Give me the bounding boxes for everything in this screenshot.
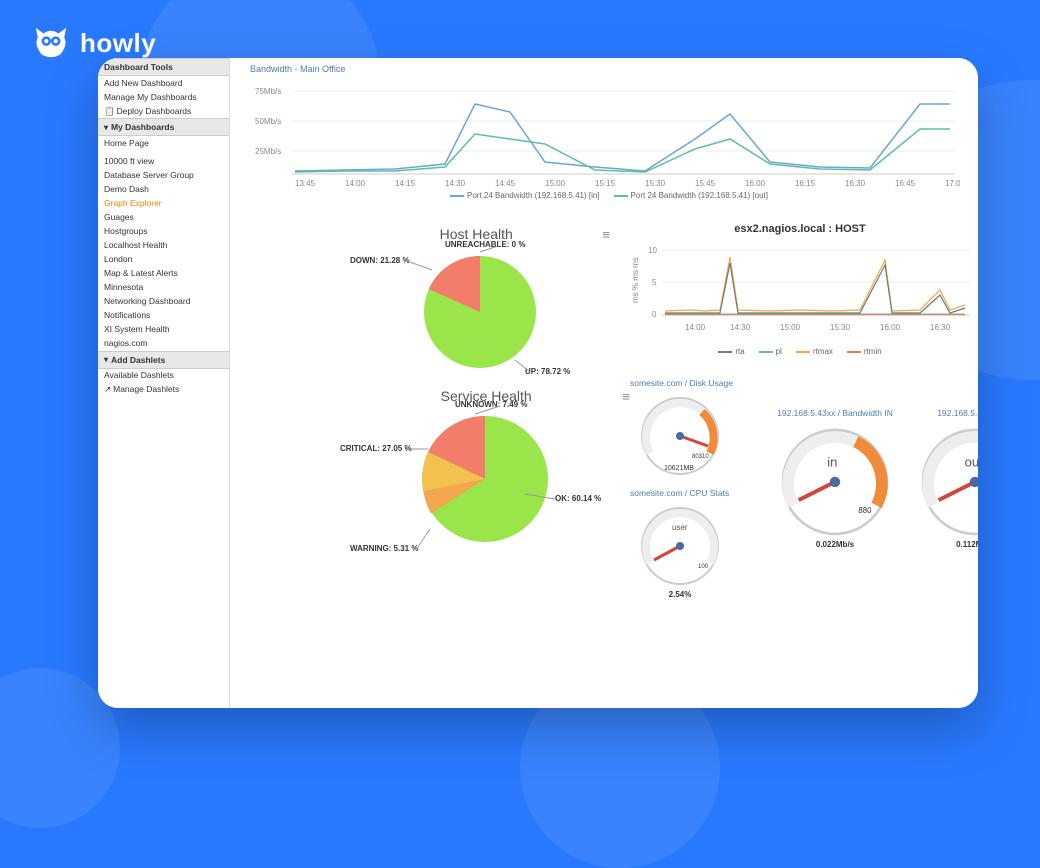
sidebar-item-manage-dashlets[interactable]: ↗Manage Dashlets — [98, 383, 229, 397]
esx2-legend: rta pl rtmax rtmin — [630, 347, 970, 356]
howly-brand: howly — [32, 26, 156, 60]
dashboard-window: Dashboard Tools Add New Dashboard Manage… — [98, 58, 978, 708]
bw-out-value: 0.112Mb/s — [910, 540, 978, 549]
sidebar-item-notifications[interactable]: Notifications — [98, 309, 229, 323]
cpu-value: 2.54% — [630, 590, 730, 599]
cpu-title: somesite.com / CPU Stats — [630, 488, 730, 498]
esx2-host-chart[interactable]: esx2.nagios.local : HOST ms % ms ms 10 5… — [630, 223, 970, 356]
svg-text:17:00: 17:00 — [945, 179, 960, 188]
svg-text:16:30: 16:30 — [845, 179, 866, 188]
sidebar: Dashboard Tools Add New Dashboard Manage… — [98, 58, 230, 708]
sidebar-mydashboards-header[interactable]: ▾My Dashboards — [98, 118, 229, 136]
svg-text:14:15: 14:15 — [395, 179, 416, 188]
svg-text:15:00: 15:00 — [545, 179, 566, 188]
gauge-in-svg: in 880 — [770, 418, 900, 538]
service-health-dashlet[interactable]: Service Health ≡ UNKNOWN: 7.49 % CRITICA… — [350, 388, 630, 564]
bandwidth-legend: Port 24 Bandwidth (192.168.5.41) [in] Po… — [250, 191, 968, 200]
gauge-out-svg: out 880 — [910, 418, 978, 538]
svg-text:15:15: 15:15 — [595, 179, 616, 188]
sidebar-item-database-server-group[interactable]: Database Server Group — [98, 168, 229, 182]
sidebar-item-nagios-com[interactable]: nagios.com — [98, 337, 229, 351]
bandwidth-svg: 75Mb/s 50Mb/s 25Mb/s 13:45 14:00 14:15 14:… — [250, 74, 960, 189]
svg-text:ms % ms ms: ms % ms ms — [631, 257, 640, 303]
svg-text:16:15: 16:15 — [795, 179, 816, 188]
share-icon: ↗ — [104, 384, 111, 394]
svg-text:in: in — [827, 454, 837, 469]
bandwidth-title: Bandwidth - Main Office — [250, 64, 968, 74]
sidebar-item-available-dashlets[interactable]: Available Dashlets — [98, 369, 229, 383]
svg-text:15:30: 15:30 — [645, 179, 666, 188]
hamburger-icon[interactable]: ≡ — [602, 227, 610, 242]
sidebar-item-deploy-dashboards[interactable]: 📋Deploy Dashboards — [98, 104, 229, 118]
brand-text: howly — [80, 28, 156, 59]
svg-text:15:00: 15:00 — [780, 323, 801, 332]
sidebar-item-hostgroups[interactable]: Hostgroups — [98, 224, 229, 238]
svg-text:100: 100 — [698, 564, 709, 570]
svg-text:user: user — [672, 523, 688, 532]
sidebar-item-manage-dashboards[interactable]: Manage My Dashboards — [98, 90, 229, 104]
sidebar-item-demo-dash[interactable]: Demo Dash — [98, 182, 229, 196]
gauge-disk-svg: 80310 10621MB — [630, 388, 730, 478]
bandwidth-chart[interactable]: Bandwidth - Main Office 75Mb/s 50Mb/s 25… — [250, 64, 968, 200]
bandwidth-out-gauge[interactable]: 192.168.5.43xx / Ba out 880 0.112Mb/s — [910, 408, 978, 549]
svg-text:0: 0 — [652, 310, 657, 319]
sidebar-item-minnesota[interactable]: Minnesota — [98, 281, 229, 295]
bandwidth-in-gauge[interactable]: 192.168.5.43xx / Bandwidth IN in 880 0.0… — [770, 408, 900, 549]
sidebar-tools-header[interactable]: Dashboard Tools — [98, 58, 229, 76]
svg-text:14:45: 14:45 — [495, 179, 516, 188]
chevron-down-icon: ▾ — [104, 123, 108, 132]
bw-out-title: 192.168.5.43xx / Ba — [910, 408, 978, 418]
sidebar-item-graph-explorer[interactable]: Graph Explorer — [98, 196, 229, 210]
sidebar-add-dashlets-header[interactable]: ▾Add Dashlets — [98, 351, 229, 369]
hamburger-icon[interactable]: ≡ — [622, 389, 630, 404]
svg-text:10: 10 — [648, 246, 657, 255]
svg-text:25Mb/s: 25Mb/s — [255, 147, 281, 156]
dashboard-main: Bandwidth - Main Office 75Mb/s 50Mb/s 25… — [230, 58, 978, 708]
sidebar-item-networking-dashboard[interactable]: Networking Dashboard — [98, 295, 229, 309]
svg-text:50Mb/s: 50Mb/s — [255, 117, 281, 126]
sidebar-item-london[interactable]: London — [98, 253, 229, 267]
disk-usage-gauge[interactable]: somesite.com / Disk Usage 80310 10621MB — [630, 378, 733, 480]
bw-in-value: 0.022Mb/s — [770, 540, 900, 549]
owl-icon — [32, 26, 70, 60]
svg-text:16:00: 16:00 — [745, 179, 766, 188]
svg-text:13:45: 13:45 — [295, 179, 316, 188]
sidebar-item-home-page[interactable]: Home Page — [98, 136, 229, 150]
cpu-stats-gauge[interactable]: somesite.com / CPU Stats user 100 2.54% — [630, 488, 730, 599]
svg-text:880: 880 — [858, 506, 872, 515]
svg-text:out: out — [965, 454, 978, 469]
svg-text:14:30: 14:30 — [730, 323, 751, 332]
disk-title: somesite.com / Disk Usage — [630, 378, 733, 388]
esx2-svg: ms % ms ms 10 5 0 14:00 14:30 15:00 15:3… — [630, 235, 970, 345]
svg-text:14:30: 14:30 — [445, 179, 466, 188]
sidebar-item-10000ft[interactable]: 10000 ft view — [98, 154, 229, 168]
svg-text:14:00: 14:00 — [685, 323, 706, 332]
bw-in-title: 192.168.5.43xx / Bandwidth IN — [770, 408, 900, 418]
chevron-down-icon: ▾ — [104, 355, 108, 364]
gauge-cpu-svg: user 100 — [630, 498, 730, 588]
sidebar-item-xi-system-health[interactable]: XI System Health — [98, 323, 229, 337]
svg-text:14:00: 14:00 — [345, 179, 366, 188]
svg-text:80310: 80310 — [692, 454, 709, 460]
sidebar-item-guages[interactable]: Guages — [98, 210, 229, 224]
host-health-dashlet[interactable]: Host Health ≡ UNREACHABLE: 0 % DOWN: 21.… — [350, 226, 610, 382]
svg-text:10621MB: 10621MB — [664, 465, 694, 472]
sidebar-item-map-latest-alerts[interactable]: Map & Latest Alerts — [98, 267, 229, 281]
deploy-icon: 📋 — [104, 106, 115, 116]
esx2-title: esx2.nagios.local : HOST — [630, 223, 970, 235]
svg-text:16:00: 16:00 — [880, 323, 901, 332]
svg-text:5: 5 — [652, 278, 657, 287]
sidebar-item-localhost-health[interactable]: Localhost Health — [98, 238, 229, 252]
svg-text:15:45: 15:45 — [695, 179, 716, 188]
svg-text:75Mb/s: 75Mb/s — [255, 87, 281, 96]
svg-text:16:45: 16:45 — [895, 179, 916, 188]
svg-text:16:30: 16:30 — [930, 323, 951, 332]
sidebar-item-add-dashboard[interactable]: Add New Dashboard — [98, 76, 229, 90]
svg-text:15:30: 15:30 — [830, 323, 851, 332]
